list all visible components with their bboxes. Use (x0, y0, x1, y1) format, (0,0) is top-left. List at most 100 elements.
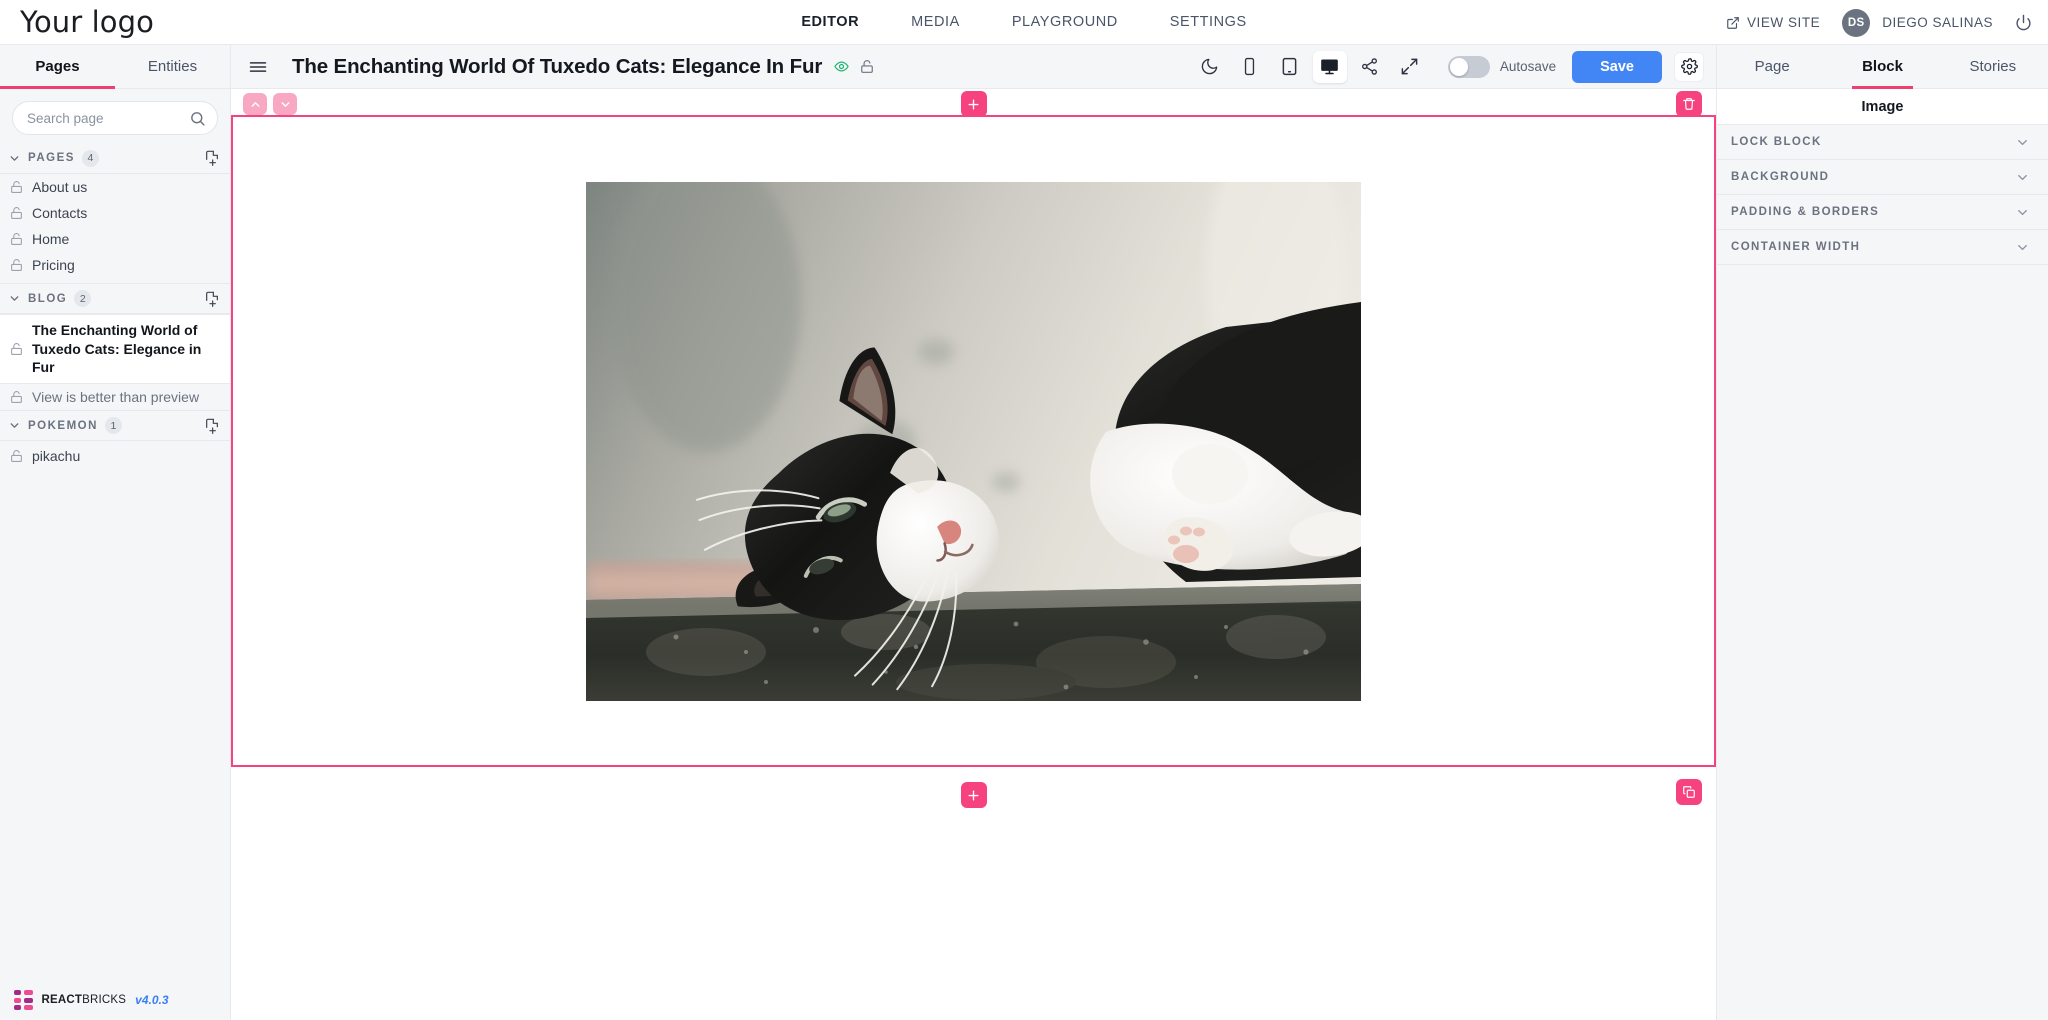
move-down-button[interactable] (273, 93, 297, 115)
lock-open-icon (10, 390, 23, 404)
editor-toolbar: Autosave Save (1190, 50, 1716, 83)
view-site-label: VIEW SITE (1746, 15, 1821, 30)
sidebar-page-pikachu[interactable]: pikachu (0, 441, 230, 468)
sidebar-group-pokemon[interactable]: POKEMON 1 (0, 410, 230, 441)
section-label: BACKGROUND (1731, 171, 1830, 183)
add-block-above-button[interactable] (960, 91, 987, 117)
reactbricks-logo-icon (14, 990, 33, 1010)
delete-block-button[interactable] (1676, 91, 1702, 117)
sidebar-page-about-us[interactable]: About us (0, 174, 230, 200)
tab-block[interactable]: Block (1827, 45, 1937, 89)
top-bar-right: VIEW SITE DS DIEGO SALINAS (1726, 0, 2032, 45)
page-title: The Enchanting World Of Tuxedo Cats: Ele… (292, 54, 823, 78)
section-label: LOCK BLOCK (1731, 136, 1822, 148)
lock-open-icon (10, 342, 23, 356)
menu-icon[interactable] (248, 57, 268, 77)
left-sidebar: Pages Entities PAGES 4 Ab (0, 45, 231, 1020)
sidebar-group-pages[interactable]: PAGES 4 (0, 143, 230, 174)
sidebar-tab-entities[interactable]: Entities (115, 45, 230, 88)
page-label: Pricing (32, 257, 75, 273)
new-page-icon[interactable] (204, 418, 220, 434)
section-padding-borders[interactable]: PADDING & BORDERS (1717, 195, 2048, 230)
chevron-down-icon (2015, 205, 2030, 220)
group-label: PAGES (28, 152, 75, 164)
username-label: DIEGO SALINAS (1882, 15, 1993, 30)
save-button[interactable]: Save (1572, 50, 1662, 83)
cat-photo (586, 181, 1361, 701)
right-panel: Page Block Stories Image LOCK BLOCK BACK… (1716, 45, 2048, 1020)
visible-eye-icon[interactable] (834, 59, 849, 74)
mobile-icon[interactable] (1233, 51, 1267, 83)
app-logo: Your logo (20, 5, 154, 39)
section-label: PADDING & BORDERS (1731, 206, 1880, 218)
share-icon[interactable] (1353, 51, 1387, 83)
block-type-label: Image (1717, 89, 2048, 125)
page-label: Contacts (32, 205, 88, 221)
sidebar-tab-pages[interactable]: Pages (0, 45, 115, 89)
nav-tab-media[interactable]: MEDIA (911, 14, 960, 30)
page-label: The Enchanting World of Tuxedo Cats: Ele… (32, 322, 202, 375)
brand-name: REACTBRICKS (41, 994, 127, 1006)
brand-version: v4.0.3 (135, 993, 169, 1007)
search-input[interactable] (13, 110, 217, 126)
section-label: CONTAINER WIDTH (1731, 241, 1861, 253)
sidebar-page-contacts[interactable]: Contacts (0, 200, 230, 226)
main-navigation: EDITOR MEDIA PLAYGROUND SETTINGS (801, 14, 1246, 30)
nav-tab-editor[interactable]: EDITOR (801, 14, 859, 30)
nav-tab-playground[interactable]: PLAYGROUND (1012, 14, 1118, 30)
page-label: pikachu (32, 448, 81, 464)
sidebar-page-pricing[interactable]: Pricing (0, 252, 230, 278)
desktop-icon[interactable] (1312, 50, 1347, 83)
sidebar-page-view-is-better-than-preview[interactable]: View is better than preview (0, 384, 230, 411)
chevron-down-icon (8, 419, 21, 432)
sidebar-tabs: Pages Entities (0, 45, 230, 89)
image-block[interactable] (233, 117, 1714, 765)
tab-stories[interactable]: Stories (1938, 45, 2048, 88)
move-up-button[interactable] (243, 93, 267, 115)
section-lock-block[interactable]: LOCK BLOCK (1717, 125, 2048, 160)
search-box[interactable] (12, 101, 218, 135)
nav-tab-settings[interactable]: SETTINGS (1170, 14, 1247, 30)
search-icon (189, 110, 206, 127)
group-label: POKEMON (28, 419, 98, 432)
view-site-button[interactable]: VIEW SITE (1726, 15, 1820, 30)
section-background[interactable]: BACKGROUND (1717, 160, 2048, 195)
lock-open-icon (10, 206, 23, 220)
top-bar: Your logo EDITOR MEDIA PLAYGROUND SETTIN… (0, 0, 2048, 45)
sidebar-page-home[interactable]: Home (0, 226, 230, 252)
add-block-below-button[interactable] (960, 782, 987, 808)
page-label: About us (32, 179, 88, 195)
duplicate-block-button[interactable] (1676, 779, 1702, 805)
group-count: 4 (81, 149, 99, 167)
block-toolstrip (231, 89, 1716, 117)
editor-header: The Enchanting World Of Tuxedo Cats: Ele… (231, 45, 1716, 89)
section-container-width[interactable]: CONTAINER WIDTH (1717, 230, 2048, 265)
group-count: 2 (74, 290, 92, 307)
page-label: Home (32, 231, 70, 247)
fullscreen-icon[interactable] (1393, 51, 1427, 83)
chevron-down-icon (8, 152, 21, 165)
gear-icon[interactable] (1674, 51, 1704, 82)
page-label: View is better than preview (32, 388, 200, 405)
dark-mode-icon[interactable] (1193, 51, 1227, 83)
new-page-icon[interactable] (204, 150, 220, 166)
reactbricks-brand: REACTBRICKS v4.0.3 (0, 980, 231, 1020)
right-panel-tabs: Page Block Stories (1717, 45, 2048, 89)
chevron-down-icon (2015, 135, 2030, 150)
power-icon[interactable] (2015, 14, 2032, 31)
autosave-toggle[interactable] (1447, 55, 1490, 78)
tablet-icon[interactable] (1273, 51, 1307, 83)
lock-open-icon[interactable] (860, 59, 874, 74)
block-image[interactable] (586, 181, 1361, 701)
editor-canvas (231, 89, 1716, 1020)
sidebar-group-blog[interactable]: BLOG 2 (0, 283, 230, 314)
group-count: 1 (104, 417, 122, 434)
autosave-label: Autosave (1499, 59, 1557, 74)
selected-block-frame[interactable] (231, 115, 1716, 767)
lock-open-icon (10, 258, 23, 272)
new-page-icon[interactable] (204, 291, 220, 307)
lock-open-icon (10, 180, 23, 194)
tab-page[interactable]: Page (1717, 45, 1827, 88)
sidebar-page-tuxedo-cats[interactable]: The Enchanting World of Tuxedo Cats: Ele… (0, 314, 230, 384)
avatar[interactable]: DS (1842, 8, 1871, 37)
